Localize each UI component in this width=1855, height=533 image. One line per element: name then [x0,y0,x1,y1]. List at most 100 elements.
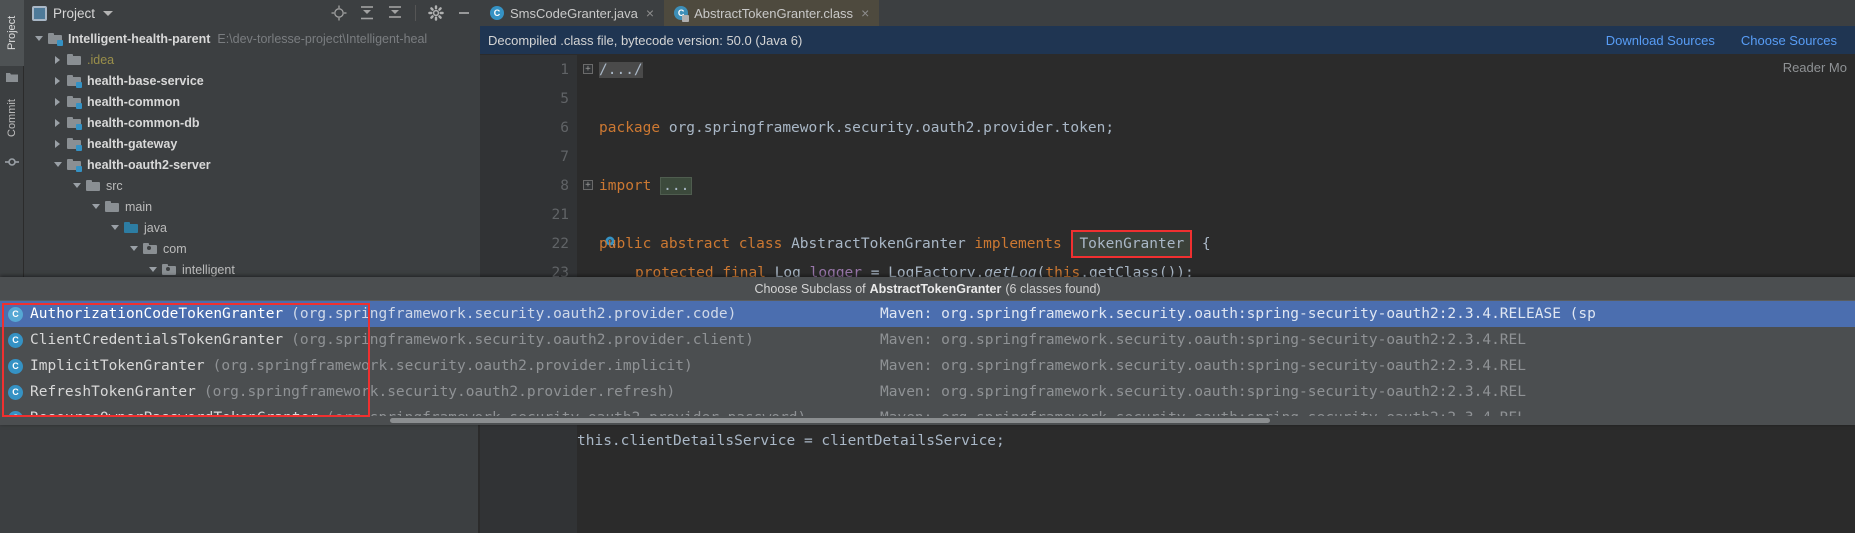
choose-sources-link[interactable]: Choose Sources [1741,33,1837,48]
close-icon[interactable]: × [646,6,654,20]
tree-row[interactable]: .idea [24,49,480,70]
line-number[interactable]: 7 [480,142,577,171]
module-icon [66,157,82,173]
subclass-list-item[interactable]: C ImplicitTokenGranter (org.springframewor… [0,353,1855,379]
chevron-down-icon[interactable] [127,242,140,255]
choose-subclass-popup[interactable]: Choose Subclass of AbstractTokenGranter … [0,277,1855,425]
chevron-right-icon[interactable] [51,53,64,66]
line-number[interactable]: 6 [480,113,577,142]
close-icon[interactable]: × [861,6,869,20]
chevron-right-icon[interactable] [51,137,64,150]
tree-row[interactable]: health-gateway [24,133,480,154]
subclass-list-item[interactable]: C RefreshTokenGranter (org.springframework… [0,379,1855,405]
gear-icon[interactable] [428,5,444,21]
folder-icon [104,199,120,215]
folder-icon [66,52,82,68]
tree-row[interactable]: health-base-service [24,70,480,91]
chevron-right-icon[interactable] [51,95,64,108]
module-icon [66,73,82,89]
code-token: org.springframework.security.oauth2.prov… [668,119,1115,136]
collapse-all-icon[interactable] [359,5,375,21]
sidebar-item-project[interactable]: Project [0,0,24,66]
line-number-label: 7 [560,148,569,165]
highlighted-type-reference: TokenGranter [1071,229,1193,258]
chevron-down-icon[interactable] [32,32,45,45]
chevron-right-icon[interactable] [51,116,64,129]
code-line[interactable] [599,84,1855,113]
line-number[interactable]: 21 [480,200,577,229]
module-icon [66,94,82,110]
popup-header-count: (6 classes found) [1005,281,1101,296]
subclass-list-item[interactable]: C ClientCredentialsTokenGranter (org.sprin… [0,327,1855,353]
folder-icon [85,178,101,194]
subclass-package: (org.springframework.security.oauth2.pro… [212,358,693,374]
sidebar-item-commit[interactable]: Commit [0,86,24,150]
tree-row[interactable]: health-oauth2-server [24,154,480,175]
chevron-down-icon[interactable] [51,158,64,171]
tree-row[interactable]: health-common [24,91,480,112]
subclass-name: AuthorizationCodeTokenGranter [30,306,284,322]
line-number[interactable]: 1 + [480,55,593,84]
line-number-gutter[interactable]: 1 +5 6 7 8 +21 22 23 [480,55,616,287]
java-class-icon: C [8,332,23,348]
project-tree[interactable]: Intelligent-health-parent E:\dev-torlesse… [24,26,480,280]
line-number-label: 21 [551,206,569,223]
tree-row-label: Intelligent-health-parent [68,31,211,46]
module-icon [47,31,63,47]
scrollbar-thumb[interactable] [390,418,1270,423]
module-icon [66,136,82,152]
java-class-icon: C [8,306,23,322]
code-line[interactable]: import ... [599,171,1855,200]
expand-all-icon[interactable] [387,5,403,21]
chevron-down-icon[interactable] [108,221,121,234]
subclass-maven-coordinates: Maven: org.springframework.security.oaut… [880,384,1527,400]
code-line[interactable]: /.../ [599,55,1855,84]
package-icon [161,262,177,278]
line-number-label: 22 [551,235,569,252]
tree-row-path: E:\dev-torlesse-project\Intelligent-heal [217,31,428,46]
chevron-down-icon[interactable] [146,263,159,276]
tree-row-label: com [163,241,187,256]
chevron-down-icon[interactable] [89,200,102,213]
code-line[interactable] [599,200,1855,229]
subclass-package: (org.springframework.security.oauth2.pro… [291,332,754,348]
subclass-list-item[interactable]: C AuthorizationCodeTokenGranter (org.sprin… [0,301,1855,327]
gutter-bottom [480,425,577,533]
tree-row[interactable]: health-common-db [24,112,480,133]
popup-horizontal-scrollbar[interactable] [0,416,1855,425]
code-line[interactable]: package org.springframework.security.oau… [599,113,1855,142]
commit-icon[interactable] [5,155,19,169]
chevron-right-icon[interactable] [51,74,64,87]
locate-icon[interactable] [331,5,347,21]
chevron-down-icon[interactable] [70,179,83,192]
line-number[interactable]: 8 + [480,171,593,200]
code-lines[interactable]: /.../ package org.springframework.securit… [577,55,1855,287]
code-line[interactable] [599,142,1855,171]
subclass-maven-coordinates: Maven: org.springframework.security.oaut… [880,306,1596,322]
java-class-icon: C [490,6,504,20]
code-line[interactable]: public abstract class AbstractTokenGrant… [599,229,1855,258]
decompiled-notification-bar: Decompiled .class file, bytecode version… [480,26,1855,55]
download-sources-link[interactable]: Download Sources [1606,33,1715,48]
editor-tab-bar: C SmsCodeGranter.java × C AbstractTokenGrant… [480,0,1855,26]
line-number-label: 1 [560,61,569,78]
editor-tab[interactable]: C AbstractTokenGranter.class × [664,0,880,26]
hide-icon[interactable] [456,5,472,21]
line-number[interactable]: 22 [480,229,616,258]
tree-row[interactable]: Intelligent-health-parent E:\dev-torlesse… [24,28,480,49]
line-number[interactable]: 5 [480,84,577,113]
subclass-maven-coordinates: Maven: org.springframework.security.oaut… [880,332,1527,348]
tree-row[interactable]: main [24,196,480,217]
tree-row[interactable]: src [24,175,480,196]
folder-icon[interactable] [5,70,19,84]
popup-header: Choose Subclass of AbstractTokenGranter … [0,277,1855,301]
line-number-label: 5 [560,90,569,107]
code-token: AbstractTokenGranter [791,235,975,252]
editor-tab[interactable]: C SmsCodeGranter.java × [480,0,665,26]
tree-row[interactable]: com [24,238,480,259]
reader-mode-label: Reader Mo [1782,60,1847,75]
subclass-list[interactable]: C AuthorizationCodeTokenGranter (org.sprin… [0,301,1855,425]
chevron-down-icon[interactable] [103,10,114,16]
tree-row[interactable]: java [24,217,480,238]
code-token: public [599,235,661,252]
